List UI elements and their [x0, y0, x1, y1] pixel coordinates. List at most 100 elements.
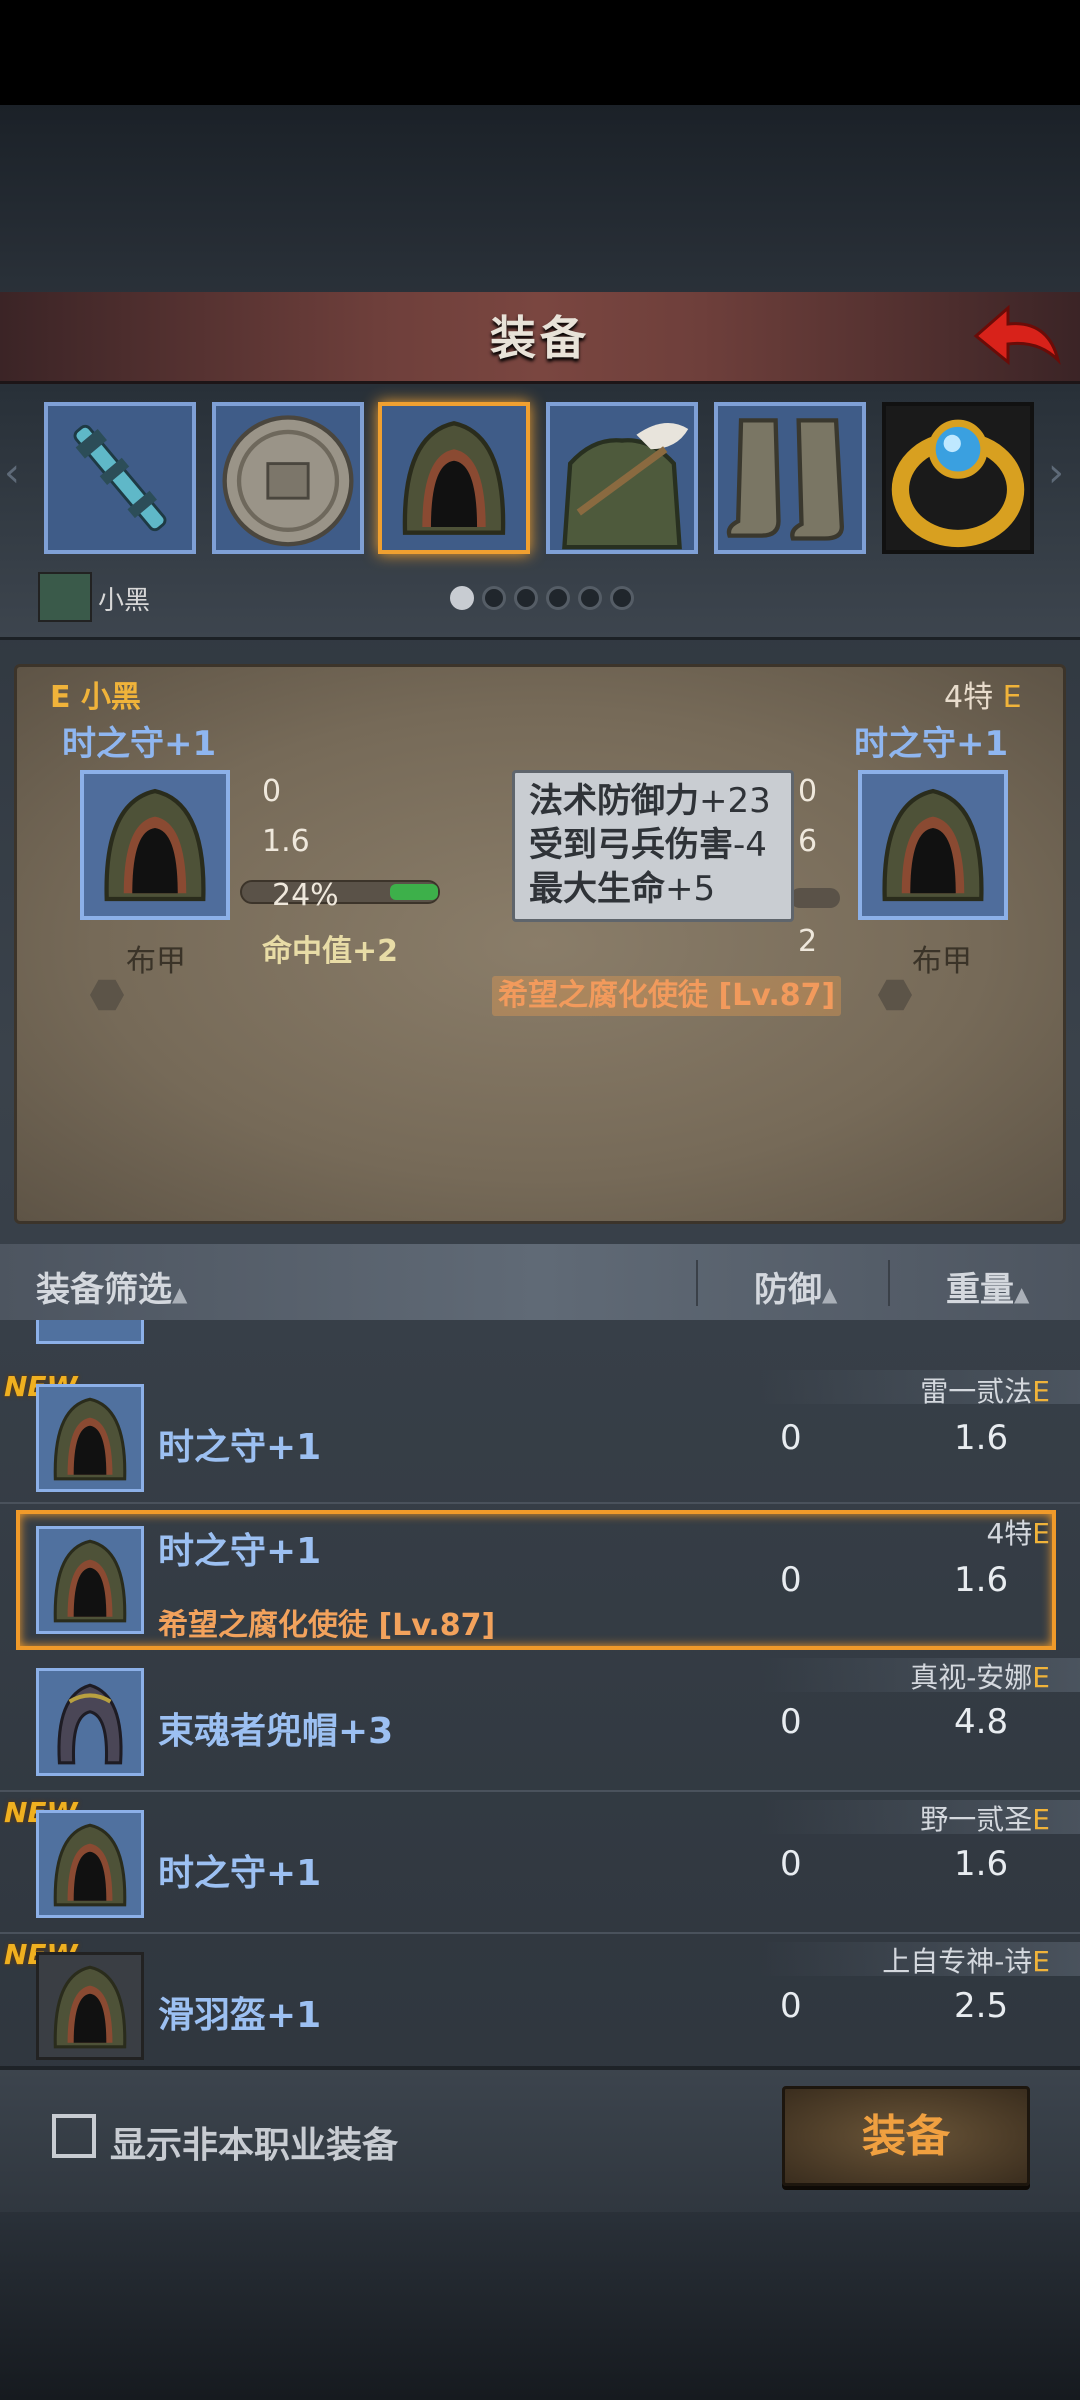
sort-triangle-icon: ▲	[1014, 1282, 1030, 1306]
background-top	[0, 105, 1080, 295]
hood-icon	[382, 406, 526, 550]
slot-ring[interactable]	[882, 402, 1034, 554]
hood-icon	[39, 1529, 141, 1631]
avatar[interactable]	[38, 572, 92, 622]
helmet-icon	[39, 1671, 141, 1773]
ring-icon	[886, 406, 1030, 550]
right-defense-value: 0	[798, 774, 818, 809]
tooltip-label: 最大生命	[529, 869, 665, 909]
left-durability-percent: 24%	[272, 878, 339, 913]
armor-icon	[550, 406, 694, 550]
character-name: 小黑	[98, 586, 151, 616]
checkbox-label[interactable]: 显示非本职业装备	[110, 2116, 398, 2168]
equip-button-label: 装备	[862, 2111, 950, 2162]
scepter-icon	[48, 406, 192, 550]
tooltip-value: +23	[699, 781, 771, 821]
item-owner: 真视-安娜E	[910, 1656, 1050, 1696]
chevron-left-icon[interactable]: ‹	[4, 450, 20, 496]
item-name: 束魂者兜帽+3	[158, 1711, 394, 1752]
left-weight-value: 1.6	[262, 824, 310, 859]
item-defense: 0	[780, 1844, 802, 1884]
shield-icon	[216, 406, 360, 550]
hood-icon	[84, 774, 226, 916]
item-defense: 0	[780, 1560, 802, 1600]
show-other-class-checkbox[interactable]	[52, 2114, 96, 2158]
chevron-right-icon[interactable]: ›	[1048, 450, 1064, 496]
item-defense: 0	[780, 1702, 802, 1742]
defense-column-label: 防御	[754, 1270, 822, 1310]
slot-weapon[interactable]	[44, 402, 196, 554]
page-title: 装备	[490, 311, 590, 365]
slot-boots[interactable]	[714, 402, 866, 554]
sort-defense-button[interactable]: 防御▲	[754, 1262, 837, 1311]
sort-triangle-icon: ▲	[172, 1282, 188, 1306]
item-owner-name: 上自专神-诗	[882, 1945, 1033, 1978]
right-hit-value: 2	[798, 924, 818, 959]
filter-label: 装备筛选	[36, 1270, 172, 1310]
back-arrow-icon	[973, 304, 1061, 366]
item-weight: 2.5	[954, 1986, 1009, 2026]
item-owner-grade: E	[1032, 1375, 1050, 1408]
title-bar: 装备	[0, 292, 1080, 384]
item-name: 时之守+1	[158, 1531, 322, 1572]
item-icon	[36, 1952, 144, 2060]
item-owner-grade: E	[1032, 1945, 1050, 1978]
item-set-name: 希望之腐化使徒 [Lv.87]	[158, 1608, 496, 1643]
item-owner-grade: E	[1032, 1803, 1050, 1836]
stat-tooltip: 法术防御力+23 受到弓兵伤害-4 最大生命+5	[512, 770, 794, 922]
tooltip-line: 最大生命+5	[529, 867, 777, 911]
right-owner-tag: 4特 E	[944, 672, 1022, 716]
item-icon	[36, 1526, 144, 1634]
list-item-partial[interactable]	[36, 1320, 144, 1344]
page-dot	[578, 586, 602, 610]
background-bottom	[0, 2210, 1080, 2400]
item-owner: 4特E	[986, 1512, 1050, 1552]
tooltip-label: 法术防御力	[529, 781, 699, 821]
item-owner: 雷一贰法E	[920, 1370, 1050, 1410]
set-name-label: 希望之腐化使徒 [Lv.87]	[492, 976, 842, 1016]
tooltip-label: 受到弓兵伤害	[529, 825, 733, 865]
item-weight: 4.8	[954, 1702, 1009, 1742]
tooltip-line: 法术防御力+23	[529, 779, 777, 823]
left-item-icon	[80, 770, 230, 920]
item-name: 时之守+1	[158, 1427, 322, 1468]
left-hit-bonus: 命中值+2	[262, 934, 399, 969]
column-divider	[888, 1260, 890, 1306]
left-item-type: 布甲	[126, 944, 186, 979]
left-owner-tag: E 小黑	[50, 680, 141, 715]
tooltip-value: -4	[733, 825, 767, 865]
right-owner-grade: E	[1002, 680, 1022, 715]
page-dot	[546, 586, 570, 610]
left-durability-fill	[390, 884, 438, 900]
slot-shield[interactable]	[212, 402, 364, 554]
page-dot	[610, 586, 634, 610]
item-defense: 0	[780, 1418, 802, 1458]
left-item-name: 时之守+1	[62, 724, 217, 764]
status-area	[0, 0, 1080, 105]
boots-icon	[718, 406, 862, 550]
tooltip-value: +5	[665, 869, 716, 909]
item-owner-grade: E	[1032, 1661, 1050, 1694]
item-owner-name: 真视-安娜	[910, 1661, 1033, 1694]
item-name: 滑羽盔+1	[158, 1995, 322, 2036]
slot-armor[interactable]	[546, 402, 698, 554]
page-indicator	[450, 586, 642, 610]
back-button[interactable]	[968, 300, 1064, 376]
right-item-type: 布甲	[912, 944, 972, 979]
column-divider	[696, 1260, 698, 1306]
equip-button[interactable]: 装备	[782, 2086, 1030, 2186]
hood-icon	[862, 774, 1004, 916]
right-durability-bar	[790, 888, 840, 908]
page-dot-active	[450, 586, 474, 610]
sort-weight-button[interactable]: 重量▲	[946, 1262, 1029, 1311]
right-weight-value: 6	[798, 824, 818, 859]
item-defense: 0	[780, 1986, 802, 2026]
item-owner: 野一贰圣E	[920, 1798, 1050, 1838]
hood-icon	[39, 1955, 141, 2057]
right-item-icon	[858, 770, 1008, 920]
tooltip-line: 受到弓兵伤害-4	[529, 823, 777, 867]
item-owner-name: 4特	[986, 1517, 1033, 1550]
slot-hood[interactable]	[378, 402, 530, 554]
item-name: 时之守+1	[158, 1853, 322, 1894]
filter-button[interactable]: 装备筛选▲	[36, 1262, 187, 1311]
